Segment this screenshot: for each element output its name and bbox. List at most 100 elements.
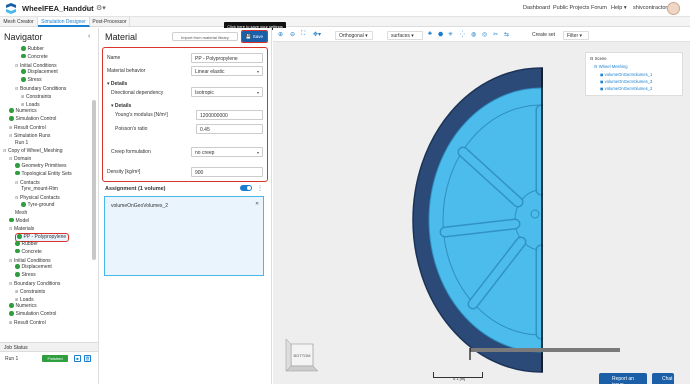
tab-post-processor[interactable]: Post-Processor bbox=[90, 17, 130, 27]
nav-public-projects[interactable]: Public Projects bbox=[553, 5, 589, 11]
nav-help[interactable]: Help ▾ bbox=[611, 5, 627, 11]
tree-item[interactable]: Simulation Control bbox=[9, 311, 56, 318]
expand-toggle-icon[interactable]: ⊞ bbox=[9, 124, 13, 131]
gear-icon[interactable]: ⚙▾ bbox=[96, 4, 106, 12]
youngs-modulus-field[interactable]: 1200000000 bbox=[196, 110, 263, 120]
render-mode-select[interactable]: surfaces ▾ bbox=[387, 31, 423, 40]
tree-item[interactable]: ⊞ Result Control bbox=[9, 124, 46, 132]
expand-toggle-icon[interactable]: ⊞ bbox=[21, 93, 25, 100]
create-set-button[interactable]: Create set bbox=[529, 31, 561, 40]
tree-item[interactable]: Simulation Control bbox=[9, 116, 56, 123]
tree-item[interactable]: Geometry Primitives bbox=[15, 163, 67, 170]
tree-item[interactable]: Tyre-ground bbox=[21, 202, 54, 209]
move-icon[interactable]: ✥▾ bbox=[313, 31, 321, 38]
tab-mesh-creator[interactable]: Mesh Creator bbox=[0, 17, 38, 27]
collapse-toggle-icon[interactable]: ⊟ bbox=[3, 147, 7, 154]
tree-item[interactable]: Numerics bbox=[9, 303, 37, 310]
tree-item[interactable]: ⊟ Boundary Conditions bbox=[9, 280, 60, 288]
hide-icon[interactable]: ◍ bbox=[471, 31, 476, 38]
chat-button[interactable]: Chat bbox=[652, 373, 674, 384]
move-object-icon[interactable]: ⇆ bbox=[504, 31, 509, 38]
close-icon[interactable]: ✕ bbox=[255, 201, 259, 207]
zoom-icon[interactable]: ⊕ bbox=[278, 31, 283, 38]
simscale-logo-icon[interactable] bbox=[5, 3, 17, 14]
directional-dependency-select[interactable]: Isotropic ▾ bbox=[191, 87, 263, 97]
tree-item[interactable]: Displacement bbox=[15, 264, 52, 271]
tree-item[interactable]: ⊟ Simulation Runs bbox=[9, 132, 50, 140]
orientation-cube[interactable]: BOTTOM bbox=[283, 336, 323, 376]
tree-item[interactable]: Model bbox=[9, 217, 29, 225]
delete-icon[interactable]: 🗑 bbox=[84, 355, 91, 362]
material-behavior-select[interactable]: Linear elastic ▾ bbox=[191, 66, 263, 76]
expand-toggle-icon[interactable]: ⊞ bbox=[21, 101, 25, 108]
details-toggle[interactable]: ▾ Details bbox=[107, 81, 127, 87]
poissons-ratio-field[interactable]: 0.45 bbox=[196, 124, 263, 134]
collapse-toggle-icon[interactable]: ⊟ bbox=[15, 179, 19, 186]
show-icon[interactable]: ◎ bbox=[482, 31, 487, 38]
tree-item[interactable]: ⊟ Contacts bbox=[15, 179, 40, 187]
tree-item[interactable]: Stress bbox=[21, 77, 42, 84]
save-button[interactable]: 💾 Save bbox=[240, 29, 269, 44]
tree-item[interactable]: ⊞ Loads bbox=[21, 101, 40, 109]
collapse-toggle-icon[interactable]: ⊟ bbox=[15, 85, 19, 92]
tree-item[interactable]: ⊟ Physical Contacts bbox=[15, 194, 60, 202]
filter-select[interactable]: Filter ▾ bbox=[563, 31, 589, 40]
job-row[interactable]: Run 1 Finished ■ 🗑 bbox=[0, 354, 98, 364]
tree-item[interactable]: ⊞ Constraints bbox=[15, 288, 45, 296]
tree-item[interactable]: Topological Entity Sets bbox=[15, 170, 72, 178]
navigator-scrollbar[interactable] bbox=[92, 100, 96, 260]
tree-item[interactable]: ⊞ Constraints bbox=[21, 93, 51, 101]
zoom-out-icon[interactable]: ⊖ bbox=[290, 31, 295, 38]
fit-icon[interactable]: ⛶ bbox=[301, 31, 305, 38]
tree-item[interactable]: Tyre_mount-Rim bbox=[21, 186, 58, 193]
tree-item[interactable]: Rubber bbox=[21, 46, 44, 53]
tree-item[interactable]: ⊟ Copy of Wheel_Meshing bbox=[3, 147, 62, 155]
nav-username[interactable]: shivcontractor bbox=[633, 5, 667, 11]
tree-item[interactable]: ⊟ Domain bbox=[9, 155, 31, 163]
density-field[interactable]: 900 bbox=[191, 167, 263, 177]
tree-item[interactable]: Concrete bbox=[15, 248, 42, 256]
tree-item[interactable]: ⊟ Boundary Conditions bbox=[15, 85, 66, 93]
tab-simulation-designer[interactable]: Simulation Designer bbox=[38, 17, 90, 27]
tree-item[interactable]: Numerics bbox=[9, 108, 37, 115]
import-material-button[interactable]: Import from material library bbox=[172, 32, 238, 41]
select-face-icon[interactable]: ♣ bbox=[428, 31, 432, 37]
collapse-toggle-icon[interactable]: ⊟ bbox=[9, 280, 13, 287]
collapse-toggle-icon[interactable]: ⊟ bbox=[9, 257, 13, 264]
collapse-toggle-icon[interactable]: ⊟ bbox=[9, 225, 13, 232]
tree-item[interactable]: ⊞ Loads bbox=[15, 296, 34, 304]
creep-formulation-select[interactable]: no creep ▾ bbox=[191, 147, 263, 157]
project-title[interactable]: WheelFEA_Handout bbox=[22, 4, 94, 13]
details-sub-toggle[interactable]: ▾ Details bbox=[111, 103, 131, 109]
tree-item[interactable]: Rubber bbox=[15, 241, 38, 248]
tree-item[interactable]: Stress bbox=[15, 272, 36, 279]
select-volume-icon[interactable]: ⬣ bbox=[438, 31, 443, 38]
collapse-toggle-icon[interactable]: ⊟ bbox=[9, 132, 13, 139]
tree-item[interactable]: ⊟ Initial Conditions bbox=[9, 257, 51, 265]
tree-item[interactable]: Displacement bbox=[21, 69, 58, 76]
avatar[interactable] bbox=[667, 2, 680, 15]
tree-item[interactable]: ⊟ Materials bbox=[9, 225, 34, 233]
tree-item[interactable]: Mesh bbox=[15, 210, 27, 217]
expand-toggle-icon[interactable]: ⊞ bbox=[15, 296, 19, 303]
stop-icon[interactable]: ■ bbox=[74, 355, 81, 362]
tree-item[interactable]: ⊞ Result Control bbox=[9, 319, 46, 327]
expand-toggle-icon[interactable]: ⊞ bbox=[15, 288, 19, 295]
tree-item[interactable]: ⊟ Initial Conditions bbox=[15, 62, 57, 70]
collapse-toggle-icon[interactable]: ⊟ bbox=[15, 194, 19, 201]
nav-forum[interactable]: Forum bbox=[591, 5, 607, 11]
collapse-icon[interactable]: ‹ bbox=[88, 33, 90, 40]
report-issue-button[interactable]: Report an issue bbox=[599, 373, 647, 384]
collapse-toggle-icon[interactable]: ⊟ bbox=[9, 155, 13, 162]
pencil-icon[interactable]: ✎ bbox=[84, 4, 90, 12]
projection-select[interactable]: Orthogonal ▾ bbox=[335, 31, 373, 40]
assignment-list[interactable]: volumeOnGeoVolumes_2 ✕ bbox=[104, 196, 264, 276]
collapse-toggle-icon[interactable]: ⊟ bbox=[15, 62, 19, 69]
tree-item[interactable]: Run 1 bbox=[15, 140, 28, 147]
assigned-volume[interactable]: volumeOnGeoVolumes_2 bbox=[111, 203, 168, 209]
select-edge-icon[interactable]: ✳ bbox=[448, 31, 453, 38]
more-icon[interactable]: ⋮ bbox=[257, 185, 263, 192]
assignment-toggle[interactable] bbox=[240, 185, 252, 191]
cut-plane-icon[interactable]: ✂ bbox=[493, 31, 498, 38]
nav-dashboard[interactable]: Dashboard bbox=[523, 5, 550, 11]
